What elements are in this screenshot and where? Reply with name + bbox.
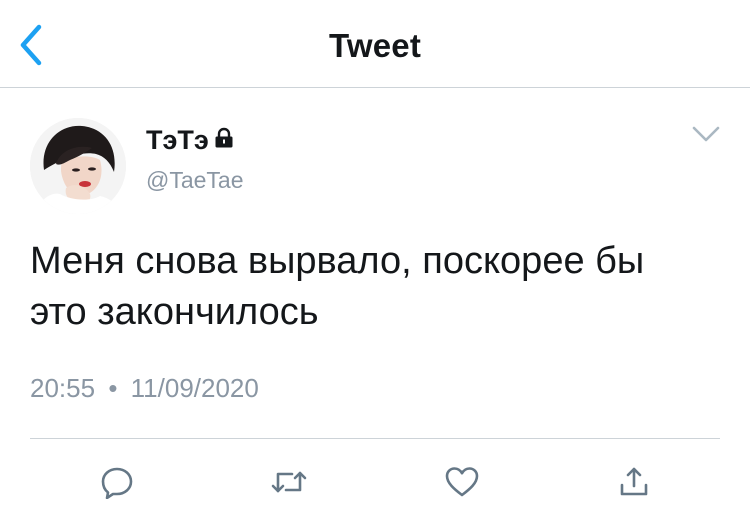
user-handle[interactable]: @TaeTae — [146, 167, 244, 194]
display-name[interactable]: TэTэ — [146, 125, 235, 156]
page-title: Tweet — [328, 27, 422, 64]
tweet-detail-screen: Tweet TэTэ @TaeTae Меня снова вырвало, п… — [0, 0, 750, 518]
retweet-button[interactable] — [269, 462, 309, 502]
more-options-button[interactable] — [690, 120, 722, 148]
share-icon — [620, 467, 648, 496]
nav-header: Tweet — [0, 0, 750, 88]
reply-icon — [101, 467, 133, 499]
reply-button[interactable] — [97, 462, 137, 502]
tweet-timestamp: 20:55 • 11/09/2020 — [30, 373, 259, 404]
avatar[interactable] — [30, 118, 126, 214]
tweet-time: 20:55 — [30, 373, 96, 403]
tweet-text-line: Меня снова вырвало, поскорее бы — [30, 240, 645, 282]
share-button[interactable] — [614, 462, 654, 502]
like-icon — [445, 467, 479, 497]
chevron-down-icon — [692, 126, 720, 142]
separator-dot: • — [108, 373, 118, 403]
avatar-photo — [30, 118, 126, 214]
tweet-text-line: это закончилось — [30, 291, 319, 333]
lock-icon — [213, 125, 235, 156]
tweet-text: Меня снова вырвало, поскорее бы это зако… — [30, 236, 730, 338]
retweet-icon — [271, 471, 307, 493]
like-button[interactable] — [442, 462, 482, 502]
tweet-date: 11/09/2020 — [130, 373, 259, 403]
divider — [30, 438, 720, 439]
display-name-text: TэTэ — [146, 125, 209, 155]
